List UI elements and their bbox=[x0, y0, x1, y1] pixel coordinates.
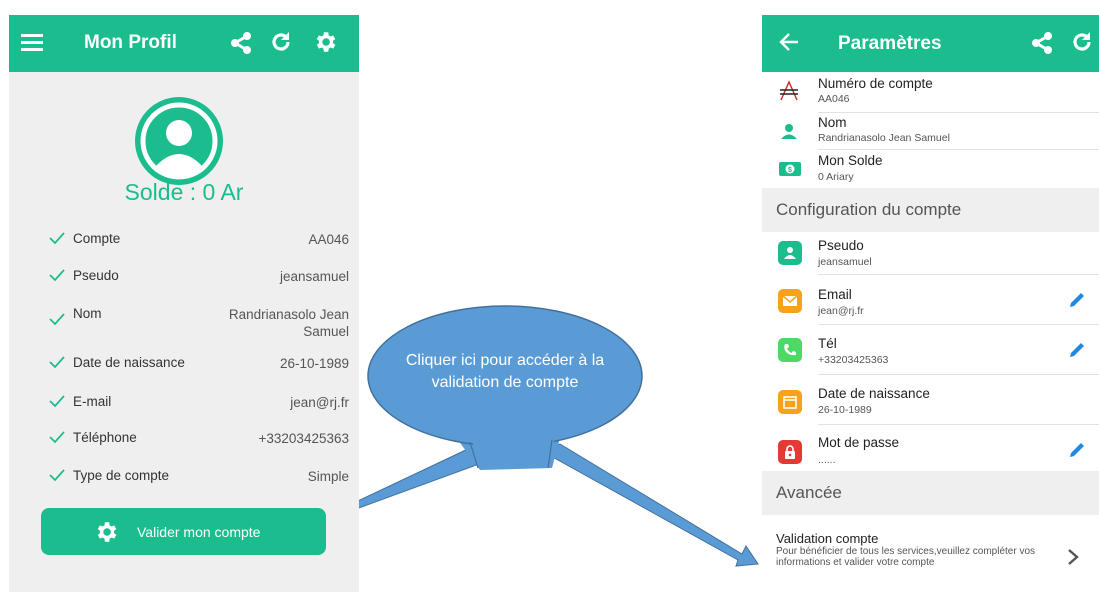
item-description: Pour bénéficier de tous les services,veu… bbox=[776, 546, 1036, 568]
phone-icon bbox=[778, 338, 802, 362]
lock-icon bbox=[778, 440, 802, 464]
settings-app-bar: Paramètres bbox=[762, 15, 1099, 72]
info-value: jean@rj.fr bbox=[290, 395, 349, 410]
info-label: E-mail bbox=[73, 394, 112, 409]
item-label: Pseudo bbox=[818, 238, 864, 253]
pencil-icon[interactable] bbox=[1068, 341, 1086, 364]
settings-item-account-validation[interactable]: Validation compte Pour bénéficier de tou… bbox=[762, 515, 1099, 592]
item-value: Randrianasolo Jean Samuel bbox=[818, 132, 950, 144]
info-label: Type de compte bbox=[73, 468, 170, 483]
item-value: AA046 bbox=[818, 93, 850, 105]
info-label: Pseudo bbox=[73, 268, 119, 283]
refresh-icon[interactable] bbox=[269, 30, 293, 54]
profile-screen: Mon Profil Solde : 0 Ar Compte AA046 Pse… bbox=[9, 15, 359, 592]
avatar-icon bbox=[135, 97, 223, 185]
section-header-advanced: Avancée bbox=[762, 471, 1099, 515]
account-number-icon bbox=[778, 80, 800, 107]
info-label: Compte bbox=[73, 231, 121, 246]
check-icon bbox=[49, 394, 65, 411]
calendar-icon bbox=[778, 390, 802, 414]
settings-item-account-number: Numéro de compte AA046 bbox=[762, 72, 1099, 112]
info-value: 26-10-1989 bbox=[279, 356, 349, 371]
page-title: Paramètres bbox=[838, 33, 942, 54]
person-icon bbox=[778, 121, 800, 148]
validate-account-label: Valider mon compte bbox=[137, 523, 261, 540]
item-label: Mon Solde bbox=[818, 153, 883, 168]
pencil-icon[interactable] bbox=[1068, 441, 1086, 464]
settings-item-pseudo[interactable]: Pseudo jeansamuel bbox=[762, 232, 1099, 272]
info-value: Simple bbox=[307, 469, 349, 484]
check-icon bbox=[49, 268, 65, 285]
item-value: ...... bbox=[818, 454, 836, 466]
divider bbox=[818, 274, 1099, 275]
settings-item-name: Nom Randrianasolo Jean Samuel bbox=[762, 113, 1099, 151]
svg-text:$: $ bbox=[788, 167, 792, 174]
screenshot-canvas: Cliquer ici pour accéder à la validation… bbox=[0, 0, 1099, 592]
divider bbox=[818, 324, 1099, 325]
money-icon: $ bbox=[778, 160, 802, 183]
item-value: jean@rj.fr bbox=[818, 305, 864, 317]
profile-app-bar: Mon Profil bbox=[9, 15, 359, 72]
info-label: Date de naissance bbox=[73, 355, 185, 370]
settings-item-phone[interactable]: Tél +33203425363 bbox=[762, 327, 1099, 373]
check-icon bbox=[49, 468, 65, 485]
info-value: AA046 bbox=[308, 232, 349, 247]
divider bbox=[818, 424, 1099, 425]
info-label: Nom bbox=[73, 306, 102, 321]
item-value: +33203425363 bbox=[818, 354, 889, 366]
section-header-config: Configuration du compte bbox=[762, 188, 1099, 232]
chevron-right-icon[interactable] bbox=[1066, 548, 1080, 571]
item-value: 26-10-1989 bbox=[818, 404, 872, 416]
settings-screen: Paramètres Numéro de compte AA046 Nom Ra… bbox=[762, 15, 1099, 592]
item-label: Date de naissance bbox=[818, 386, 930, 401]
item-label: Mot de passe bbox=[818, 435, 900, 450]
info-value: +33203425363 bbox=[258, 431, 349, 446]
settings-item-password[interactable]: Mot de passe ...... bbox=[762, 427, 1099, 469]
person-icon bbox=[778, 241, 802, 265]
callout-arrow-right bbox=[538, 443, 759, 567]
item-label: Email bbox=[818, 287, 852, 302]
share-icon[interactable] bbox=[1030, 31, 1054, 55]
check-icon bbox=[49, 231, 65, 248]
check-icon bbox=[49, 430, 65, 447]
check-icon bbox=[49, 355, 65, 372]
gear-icon bbox=[93, 519, 119, 545]
settings-item-balance: $ Mon Solde 0 Ariary bbox=[762, 150, 1099, 188]
callout-text: Cliquer ici pour accéder à la validation… bbox=[405, 352, 605, 391]
item-label: Tél bbox=[818, 336, 837, 351]
pencil-icon[interactable] bbox=[1068, 291, 1086, 314]
balance-text: Solde : 0 Ar bbox=[124, 179, 244, 205]
back-arrow-icon[interactable] bbox=[778, 31, 800, 53]
refresh-icon[interactable] bbox=[1070, 30, 1094, 54]
info-value: jeansamuel bbox=[279, 269, 349, 284]
item-value: 0 Ariary bbox=[818, 171, 854, 183]
info-value: Randrianasolo Jean Samuel bbox=[228, 307, 349, 339]
share-icon[interactable] bbox=[229, 31, 253, 55]
item-label: Nom bbox=[818, 115, 847, 130]
item-value: jeansamuel bbox=[818, 256, 872, 268]
validate-account-button[interactable]: Valider mon compte bbox=[41, 508, 326, 555]
item-label: Validation compte bbox=[776, 531, 879, 546]
gear-icon[interactable] bbox=[312, 29, 338, 55]
item-label: Numéro de compte bbox=[818, 76, 933, 91]
settings-item-birthdate[interactable]: Date de naissance 26-10-1989 bbox=[762, 377, 1099, 423]
info-label: Téléphone bbox=[73, 430, 137, 445]
check-icon bbox=[49, 312, 65, 329]
mail-icon bbox=[778, 289, 802, 313]
divider bbox=[818, 374, 1099, 375]
menu-icon[interactable] bbox=[21, 32, 43, 52]
page-title: Mon Profil bbox=[84, 32, 177, 53]
settings-item-email[interactable]: Email jean@rj.fr bbox=[762, 277, 1099, 323]
